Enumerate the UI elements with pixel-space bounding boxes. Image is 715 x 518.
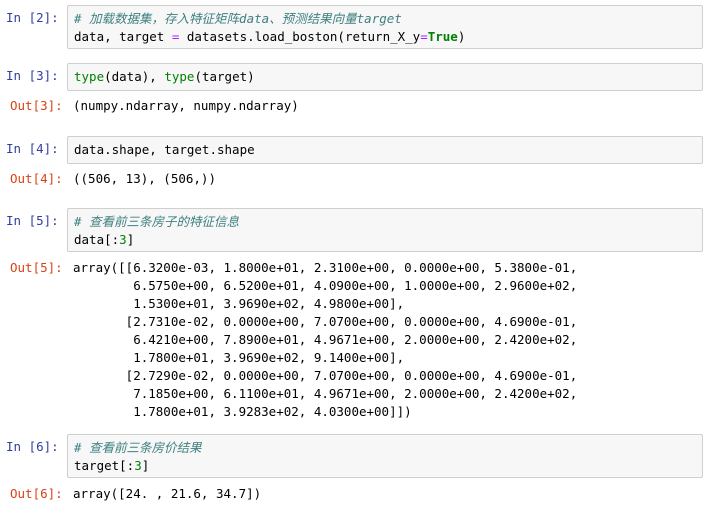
code-line: data[:3]: [74, 231, 696, 249]
code-operator: =: [420, 29, 428, 44]
code-cell-3[interactable]: type(data), type(target): [67, 63, 703, 91]
code-line: type(data), type(target): [74, 68, 696, 86]
output-line: (numpy.ndarray, numpy.ndarray): [73, 98, 299, 113]
code-comment: # 查看前三条房价结果: [74, 440, 202, 455]
code-text: target[:: [74, 458, 135, 473]
output-line: 1.7800e+01, 3.9690e+02, 9.1400e+00],: [73, 350, 405, 365]
code-cell-2[interactable]: # 加载数据集，存入特征矩阵data、预测结果向量target data, ta…: [67, 5, 703, 49]
output-line: array([[6.3200e-03, 1.8000e+01, 2.3100e+…: [73, 260, 578, 275]
output-line: 6.5750e+00, 6.5200e+01, 4.0900e+00, 1.00…: [73, 278, 578, 293]
output-line: 6.4210e+00, 7.8900e+01, 4.9671e+00, 2.00…: [73, 332, 578, 347]
code-line: # 查看前三条房价结果: [74, 439, 696, 457]
output-5: array([[6.3200e-03, 1.8000e+01, 2.3100e+…: [67, 259, 703, 421]
output-6: array([24. , 21.6, 34.7]): [67, 485, 703, 503]
code-text: (data),: [104, 69, 165, 84]
code-comment: # 查看前三条房子的特征信息: [74, 214, 240, 229]
code-builtin: type: [164, 69, 195, 84]
code-text: datasets.load_boston(return_X_y: [179, 29, 421, 44]
code-text: data[:: [74, 232, 120, 247]
output-line: [2.7290e-02, 0.0000e+00, 7.0700e+00, 0.0…: [73, 368, 578, 383]
code-text: ]: [126, 232, 135, 247]
output-3: (numpy.ndarray, numpy.ndarray): [67, 97, 703, 115]
code-text: (target): [194, 69, 255, 84]
output-line: 7.1850e+00, 6.1100e+01, 4.9671e+00, 2.00…: [73, 386, 578, 401]
out-prompt-5: Out[5]:: [10, 260, 63, 275]
code-text: ): [457, 29, 466, 44]
in-prompt-6: In [6]:: [6, 439, 59, 454]
output-4: ((506, 13), (506,)): [67, 170, 703, 188]
in-prompt-3: In [3]:: [6, 68, 59, 83]
code-comment: # 加载数据集，存入特征矩阵data、预测结果向量target: [74, 11, 402, 26]
output-line: ((506, 13), (506,)): [73, 171, 216, 186]
out-prompt-4: Out[4]:: [10, 171, 63, 186]
output-line: 1.7800e+01, 3.9283e+02, 4.0300e+00]]): [73, 404, 412, 419]
in-prompt-4: In [4]:: [6, 141, 59, 156]
code-line: data.shape, target.shape: [74, 142, 255, 157]
output-line: [2.7310e-02, 0.0000e+00, 7.0700e+00, 0.0…: [73, 314, 578, 329]
output-line: array([24. , 21.6, 34.7]): [73, 486, 262, 501]
code-number: 3: [134, 458, 142, 473]
code-text: ]: [141, 458, 150, 473]
code-cell-6[interactable]: # 查看前三条房价结果 target[:3]: [67, 434, 703, 478]
code-number: 3: [119, 232, 127, 247]
notebook: In [2]: # 加载数据集，存入特征矩阵data、预测结果向量target …: [0, 0, 715, 518]
out-prompt-3: Out[3]:: [10, 98, 63, 113]
code-line: # 查看前三条房子的特征信息: [74, 213, 696, 231]
code-text: data, target: [74, 29, 172, 44]
code-keyword: True: [427, 29, 458, 44]
output-line: 1.5300e+01, 3.9690e+02, 4.9800e+00],: [73, 296, 405, 311]
code-line: data, target = datasets.load_boston(retu…: [74, 28, 696, 46]
in-prompt-2: In [2]:: [6, 10, 59, 25]
code-line: target[:3]: [74, 457, 696, 475]
in-prompt-5: In [5]:: [6, 213, 59, 228]
out-prompt-6: Out[6]:: [10, 486, 63, 501]
code-cell-4[interactable]: data.shape, target.shape: [67, 136, 703, 164]
code-cell-5[interactable]: # 查看前三条房子的特征信息 data[:3]: [67, 208, 703, 252]
code-line: # 加载数据集，存入特征矩阵data、预测结果向量target: [74, 10, 696, 28]
code-builtin: type: [74, 69, 105, 84]
